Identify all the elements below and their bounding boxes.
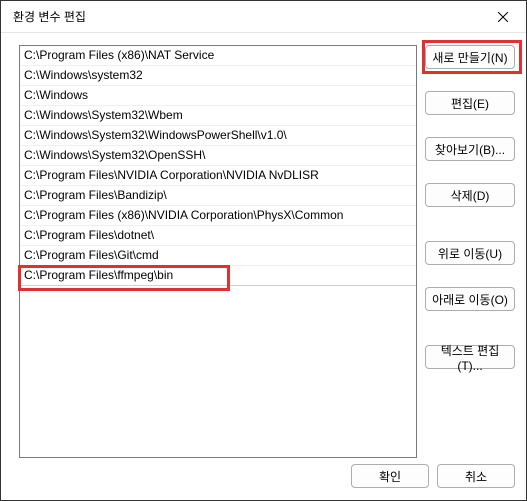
move-down-button[interactable]: 아래로 이동(O): [425, 287, 515, 311]
list-item[interactable]: C:\Windows\system32: [20, 66, 416, 86]
close-button[interactable]: [480, 1, 526, 33]
path-list[interactable]: C:\Program Files (x86)\NAT Service C:\Wi…: [19, 45, 417, 458]
delete-button[interactable]: 삭제(D): [425, 183, 515, 207]
list-item[interactable]: C:\Program Files\NVIDIA Corporation\NVID…: [20, 166, 416, 186]
list-item[interactable]: C:\Windows\System32\Wbem: [20, 106, 416, 126]
list-item[interactable]: C:\Windows: [20, 86, 416, 106]
list-item[interactable]: C:\Program Files\ffmpeg\bin: [20, 266, 416, 286]
list-item[interactable]: C:\Program Files\Git\cmd: [20, 246, 416, 266]
env-var-edit-dialog: 환경 변수 편집 C:\Program Files (x86)\NAT Serv…: [0, 0, 527, 501]
list-item[interactable]: C:\Program Files (x86)\NAT Service: [20, 46, 416, 66]
footer-buttons: 확인 취소: [351, 464, 515, 488]
new-button[interactable]: 새로 만들기(N): [425, 45, 515, 69]
list-item[interactable]: C:\Windows\System32\OpenSSH\: [20, 146, 416, 166]
move-up-button[interactable]: 위로 이동(U): [425, 241, 515, 265]
dialog-title: 환경 변수 편집: [13, 8, 86, 25]
titlebar: 환경 변수 편집: [1, 1, 526, 33]
ok-button[interactable]: 확인: [351, 464, 429, 488]
close-icon: [498, 12, 508, 22]
edit-button[interactable]: 편집(E): [425, 91, 515, 115]
cancel-button[interactable]: 취소: [437, 464, 515, 488]
list-item[interactable]: C:\Windows\System32\WindowsPowerShell\v1…: [20, 126, 416, 146]
edit-text-button[interactable]: 텍스트 편집(T)...: [425, 345, 515, 369]
dialog-content: C:\Program Files (x86)\NAT Service C:\Wi…: [1, 33, 526, 500]
list-item[interactable]: C:\Program Files\Bandizip\: [20, 186, 416, 206]
list-item[interactable]: C:\Program Files\dotnet\: [20, 226, 416, 246]
side-buttons: 새로 만들기(N) 편집(E) 찾아보기(B)... 삭제(D) 위로 이동(U…: [425, 45, 515, 369]
browse-button[interactable]: 찾아보기(B)...: [425, 137, 515, 161]
list-item[interactable]: C:\Program Files (x86)\NVIDIA Corporatio…: [20, 206, 416, 226]
